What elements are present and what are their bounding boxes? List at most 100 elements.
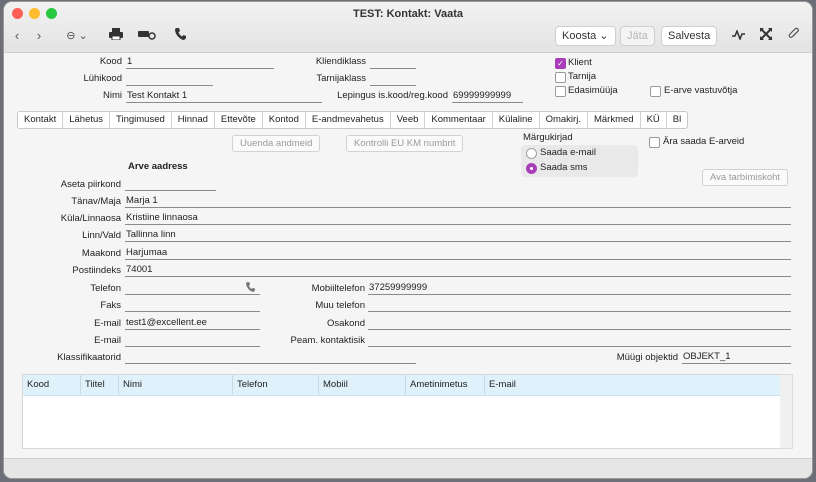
saada-email-label: Saada e-mail <box>540 147 596 158</box>
tanav-label: Tänav/Maja <box>71 196 121 207</box>
postiindeks-label: Postiindeks <box>72 265 121 276</box>
forward-icon[interactable]: › <box>32 26 46 46</box>
muu-telefon-label: Muu telefon <box>315 300 365 311</box>
telefon-label: Telefon <box>90 283 121 294</box>
tab-e-andmevahetus[interactable]: E-andmevahetus <box>306 112 391 128</box>
tab-hinnad[interactable]: Hinnad <box>172 112 215 128</box>
tarnijaklass-label: Tarnijaklass <box>316 73 366 84</box>
nimi-field[interactable]: Test Kontakt 1 <box>126 90 322 103</box>
saada-email-radio[interactable] <box>526 148 537 159</box>
tab-bl[interactable]: Bl <box>667 112 687 128</box>
contacts-grid[interactable]: Kood Tiitel Nimi Telefon Mobiil Ametinim… <box>22 374 781 449</box>
uuenda-andmeid-button[interactable]: Uuenda andmeid <box>232 135 321 152</box>
tab-kontakt[interactable]: Kontakt <box>18 112 64 128</box>
email-field[interactable]: test1@excellent.ee <box>125 317 260 330</box>
phone-icon[interactable] <box>172 26 188 46</box>
luhikood-field[interactable] <box>126 73 213 86</box>
klient-checkbox[interactable]: ✓ <box>555 58 566 69</box>
status-bar <box>4 458 812 478</box>
print-preview-icon[interactable] <box>136 26 158 46</box>
maakond-field[interactable]: Harjumaa <box>125 247 791 260</box>
salvesta-button[interactable]: Salvesta <box>661 26 718 46</box>
linn-label: Linn/Vald <box>82 230 121 241</box>
tarnijaklass-field[interactable] <box>370 73 416 86</box>
grid-col-mobiil[interactable]: Mobiil <box>318 375 348 395</box>
margukirjad-label: Märgukirjad <box>523 132 573 143</box>
tarnija-checkbox[interactable] <box>555 72 566 83</box>
tab-kontod[interactable]: Kontod <box>263 112 306 128</box>
muugi-objektid-label: Müügi objektid <box>616 352 678 363</box>
tab-lähetus[interactable]: Lähetus <box>63 112 111 128</box>
kula-field[interactable]: Kristiine linnaosa <box>125 212 791 225</box>
postiindeks-field[interactable]: 74001 <box>125 264 791 277</box>
email2-label: E-mail <box>94 335 121 346</box>
kula-label: Küla/Linnaosa <box>60 213 121 224</box>
grid-col-tiitel[interactable]: Tiitel <box>80 375 105 395</box>
jata-button[interactable]: Jäta <box>620 26 655 46</box>
app-window: TEST: Kontakt: Vaata ‹ › ⊖ ⌄ Koosta ⌄ Jä… <box>4 2 812 478</box>
saada-sms-radio[interactable] <box>526 163 537 174</box>
print-icon[interactable] <box>106 26 126 46</box>
ara-saada-checkbox[interactable] <box>649 137 660 148</box>
back-icon[interactable]: ‹ <box>10 26 24 46</box>
peam-kontaktisik-label: Peam. kontaktisik <box>290 335 365 346</box>
form-pane: Kood 1 Lühikood Nimi Test Kontakt 1 Klie… <box>4 53 812 478</box>
activity-icon[interactable] <box>730 26 746 46</box>
tab-tingimused[interactable]: Tingimused <box>110 112 172 128</box>
muugi-objektid-field[interactable]: OBJEKT_1 <box>682 351 791 364</box>
piirkond-label: Aseta piirkond <box>60 179 121 190</box>
telefon-field[interactable] <box>125 282 260 295</box>
muu-telefon-field[interactable] <box>368 299 791 312</box>
kood-label: Kood <box>99 56 122 67</box>
edasimuuja-label: Edasimüüja <box>568 85 618 96</box>
grid-col-email[interactable]: E-mail <box>484 375 516 395</box>
tab-märkmed[interactable]: Märkmed <box>588 112 641 128</box>
grid-col-nimi[interactable]: Nimi <box>118 375 142 395</box>
grid-col-kood[interactable]: Kood <box>23 375 49 395</box>
expand-icon[interactable] <box>758 26 774 46</box>
mobiil-field[interactable]: 37259999999 <box>368 282 791 295</box>
faks-field[interactable] <box>125 299 260 312</box>
osakond-field[interactable] <box>368 317 791 330</box>
saada-sms-label: Saada sms <box>540 162 588 173</box>
piirkond-field[interactable] <box>125 178 216 191</box>
tab-bar: Kontakt Lähetus Tingimused Hinnad Ettevõte Ko… <box>17 111 689 129</box>
kliendiklass-field[interactable] <box>370 56 416 69</box>
earve-label: E-arve vastuvõtja <box>664 85 738 96</box>
linn-field[interactable]: Tallinna linn <box>125 229 791 242</box>
more-options-icon[interactable]: ⊖ ⌄ <box>62 26 92 46</box>
grid-col-telefon[interactable]: Telefon <box>232 375 268 395</box>
tarnija-label: Tarnija <box>568 71 596 82</box>
kontrolli-eu-km-button[interactable]: Kontrolli EU KM numbrit <box>346 135 464 152</box>
luhikood-label: Lühikood <box>83 73 122 84</box>
ava-tarbimiskoht-button[interactable]: Ava tarbimiskoht <box>702 169 789 186</box>
grid-scrollbar[interactable] <box>780 374 793 449</box>
tanav-field[interactable]: Marja 1 <box>125 195 791 208</box>
grid-col-ametinimetus[interactable]: Ametinimetus <box>405 375 468 395</box>
koosta-button[interactable]: Koosta ⌄ <box>555 26 616 46</box>
mobiil-label: Mobiiltelefon <box>311 283 365 294</box>
lepingus-field[interactable]: 69999999999 <box>452 90 523 103</box>
tab-kü[interactable]: KÜ <box>641 112 667 128</box>
klassifikaatorid-field[interactable] <box>125 351 416 364</box>
earve-checkbox[interactable] <box>650 86 661 97</box>
tab-külaline[interactable]: Külaline <box>493 112 540 128</box>
tab-veeb[interactable]: Veeb <box>391 112 426 128</box>
edasimuuja-checkbox[interactable] <box>555 86 566 97</box>
klassifikaatorid-label: Klassifikaatorid <box>57 352 121 363</box>
email2-field[interactable] <box>125 334 260 347</box>
ara-saada-label: Ära saada E-arveid <box>663 136 745 147</box>
grid-header: Kood Tiitel Nimi Telefon Mobiil Ametinim… <box>23 375 780 396</box>
kliendiklass-label: Kliendiklass <box>315 56 366 67</box>
window-title: TEST: Kontakt: Vaata <box>352 8 464 20</box>
margukirjad-group: Saada e-mail Saada sms <box>521 145 638 177</box>
kood-field[interactable]: 1 <box>126 56 274 69</box>
tab-omakirj-[interactable]: Omakirj. <box>540 112 588 128</box>
attachment-icon[interactable] <box>786 26 802 46</box>
klient-label: Klient <box>568 57 592 68</box>
tab-kommentaar[interactable]: Kommentaar <box>425 112 493 128</box>
faks-label: Faks <box>100 300 121 311</box>
tab-ettevõte[interactable]: Ettevõte <box>215 112 263 128</box>
maakond-label: Maakond <box>81 248 121 259</box>
peam-kontaktisik-field[interactable] <box>368 334 791 347</box>
